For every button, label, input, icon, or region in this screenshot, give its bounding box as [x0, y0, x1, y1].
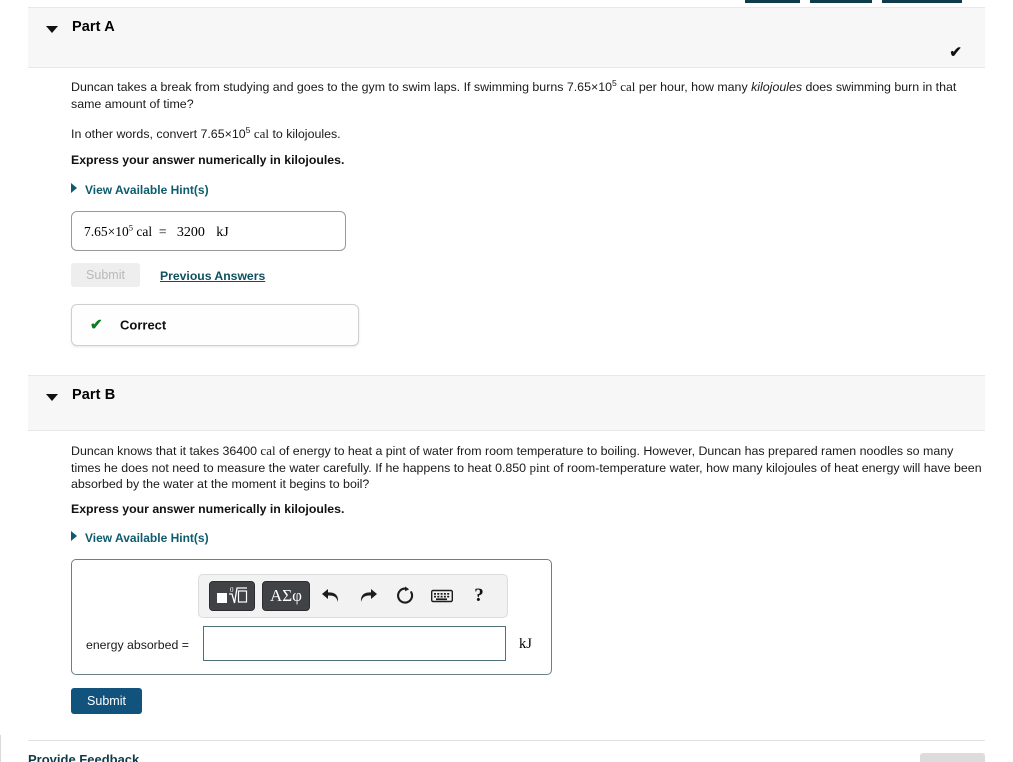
triangle-right-icon	[71, 183, 77, 193]
part-a-answer-unit: kJ	[216, 224, 229, 240]
part-a-answer-box: 7.65×105 cal = 3200 kJ	[71, 211, 346, 251]
provide-feedback-link[interactable]: Provide Feedback	[28, 752, 139, 762]
part-a-header[interactable]: Part A ✔	[28, 7, 985, 68]
part-a-previous-answers-link[interactable]: Previous Answers	[160, 269, 265, 283]
redo-icon[interactable]	[354, 582, 382, 610]
caret-down-icon[interactable]	[46, 26, 58, 33]
part-a-question: Duncan takes a break from studying and g…	[71, 78, 957, 111]
footer-divider	[28, 740, 985, 741]
part-a-answer-content: 7.65×105 cal = 3200 kJ	[84, 222, 229, 241]
check-icon: ✔	[949, 44, 962, 61]
svg-text:0: 0	[230, 586, 234, 594]
part-a-answer-expression: 7.65×105 cal =	[84, 221, 167, 239]
top-cutoff-link-3[interactable]	[882, 0, 962, 3]
part-b-view-hints[interactable]: View Available Hint(s)	[71, 531, 209, 545]
greek-symbols-label: ΑΣφ	[270, 586, 302, 605]
help-icon[interactable]: ?	[465, 582, 493, 610]
triangle-right-icon	[71, 531, 77, 541]
math-toolbar: 0 ΑΣφ ?	[198, 574, 508, 618]
part-b-submit-button[interactable]: Submit	[71, 688, 142, 714]
footer-next-button[interactable]	[920, 753, 985, 762]
greek-symbols-button[interactable]: ΑΣφ	[262, 581, 310, 611]
part-b-header[interactable]: Part B	[28, 375, 985, 431]
caret-down-icon[interactable]	[46, 394, 58, 401]
part-a-instruction: Express your answer numerically in kiloj…	[71, 153, 345, 167]
top-cutoff-links	[0, 0, 1013, 6]
part-b-hint-label: View Available Hint(s)	[85, 531, 209, 545]
page-left-edge	[0, 735, 1, 762]
part-b-answer-widget: 0 ΑΣφ ? energy absorbed = kJ	[71, 559, 552, 675]
part-a-hint-label: View Available Hint(s)	[85, 183, 209, 197]
part-a-restatement: In other words, convert 7.65×105 cal to …	[71, 125, 341, 142]
undo-icon[interactable]	[317, 582, 345, 610]
energy-absorbed-label: energy absorbed =	[86, 638, 189, 652]
part-b-question: Duncan knows that it takes 36400 cal of …	[71, 443, 982, 491]
keyboard-icon[interactable]	[428, 582, 456, 610]
part-a-feedback-correct: ✔ Correct	[71, 304, 359, 346]
energy-absorbed-input[interactable]	[203, 626, 506, 661]
part-b-instruction: Express your answer numerically in kiloj…	[71, 502, 345, 516]
reset-icon[interactable]	[391, 582, 419, 610]
part-a-title: Part A	[72, 19, 115, 35]
part-a-answer-value[interactable]: 3200	[177, 224, 205, 239]
part-a-submit-button[interactable]: Submit	[71, 263, 140, 287]
check-icon: ✔	[90, 316, 103, 334]
part-a-feedback-label: Correct	[120, 317, 167, 333]
energy-absorbed-unit: kJ	[519, 636, 532, 652]
part-b-title: Part B	[72, 387, 116, 403]
problem-page: Part A ✔ Duncan takes a break from study…	[0, 0, 1013, 762]
top-cutoff-link-2[interactable]	[810, 0, 872, 3]
math-template-button[interactable]: 0	[209, 581, 255, 611]
part-a-view-hints[interactable]: View Available Hint(s)	[71, 183, 209, 197]
top-cutoff-link-1[interactable]	[745, 0, 800, 3]
